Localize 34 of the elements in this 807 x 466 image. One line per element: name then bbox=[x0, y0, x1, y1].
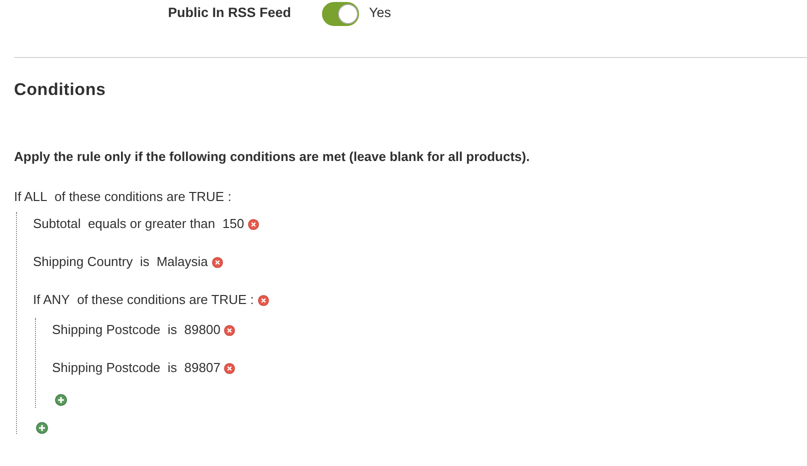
condition-link[interactable]: ALL bbox=[24, 189, 48, 204]
condition-link[interactable]: 150 bbox=[222, 216, 244, 231]
condition-text: : bbox=[226, 189, 232, 204]
remove-icon[interactable] bbox=[224, 363, 236, 374]
toggle-value: Yes bbox=[369, 4, 392, 22]
condition-link[interactable]: ANY bbox=[43, 292, 70, 307]
condition-text: : bbox=[249, 292, 254, 307]
condition-text: If bbox=[14, 189, 22, 204]
condition-text: of these conditions are bbox=[53, 189, 186, 204]
section-title: Conditions bbox=[14, 79, 107, 101]
condition-link[interactable]: TRUE bbox=[211, 292, 247, 307]
condition-link[interactable]: is bbox=[168, 322, 178, 337]
toggle-switch[interactable] bbox=[322, 2, 359, 26]
condition-link[interactable]: 89807 bbox=[184, 360, 220, 375]
instruction-text: Apply the rule only if the following conditions are met (leave blank for all products). bbox=[14, 148, 531, 166]
condition-link[interactable]: is bbox=[168, 360, 178, 375]
condition-link[interactable]: 89800 bbox=[184, 322, 220, 337]
remove-icon[interactable] bbox=[258, 295, 269, 306]
condition-link[interactable]: Subtotal bbox=[33, 216, 81, 231]
condition-link[interactable]: is bbox=[140, 254, 150, 269]
condition-link[interactable]: equals or greater than bbox=[88, 216, 216, 231]
condition-text: If bbox=[33, 292, 42, 307]
field-label: Public In RSS Feed bbox=[166, 4, 291, 22]
condition-link[interactable]: TRUE bbox=[188, 189, 224, 204]
condition-link[interactable]: Shipping Postcode bbox=[52, 322, 160, 337]
condition-link[interactable]: Shipping Postcode bbox=[52, 360, 160, 375]
add-icon[interactable] bbox=[36, 422, 48, 434]
condition-link[interactable]: Malaysia bbox=[156, 254, 208, 269]
remove-icon[interactable] bbox=[212, 257, 223, 268]
condition-text: of these conditions are bbox=[76, 292, 209, 307]
remove-icon[interactable] bbox=[248, 219, 260, 230]
condition-link[interactable]: Shipping Country bbox=[33, 254, 133, 269]
add-icon[interactable] bbox=[55, 394, 67, 406]
remove-icon[interactable] bbox=[224, 325, 236, 336]
